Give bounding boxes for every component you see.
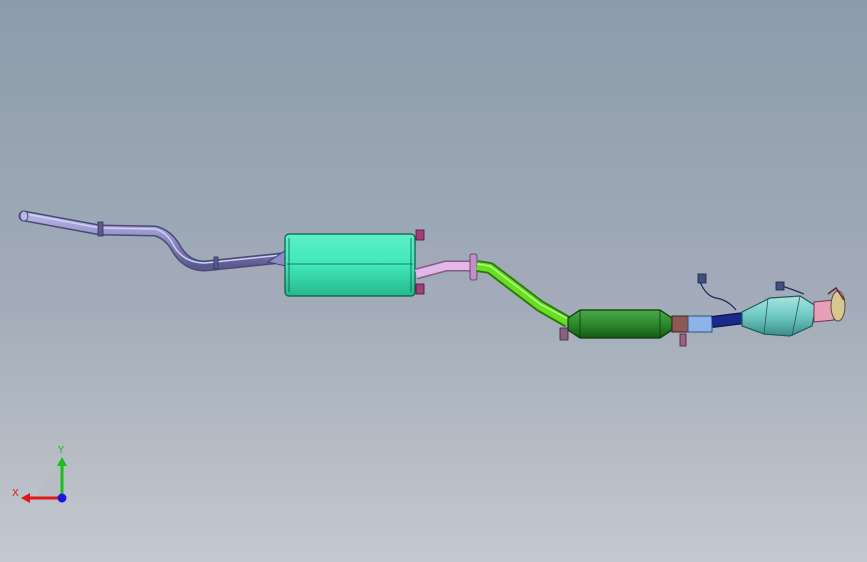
y-axis-label: Y [57,445,65,456]
flex-joint[interactable] [671,315,689,347]
x-axis-label: X [12,488,19,499]
front-pipe[interactable] [687,312,745,333]
tailpipe[interactable] [18,210,288,272]
rear-muffler[interactable] [284,229,425,297]
manifold-flange[interactable] [813,286,846,323]
triad-plane-shading [38,474,62,498]
connector-pipe[interactable] [414,253,478,281]
axis-triad: Y X [12,445,67,503]
intermediate-pipe[interactable] [476,260,571,341]
center-resonator[interactable] [567,309,673,339]
z-axis-dot-icon [57,493,67,503]
y-axis-arrow-icon [57,457,67,466]
cad-viewport[interactable]: Y X [0,0,867,562]
x-axis-arrow-icon [21,493,30,503]
exhaust-system-model[interactable] [0,0,867,562]
